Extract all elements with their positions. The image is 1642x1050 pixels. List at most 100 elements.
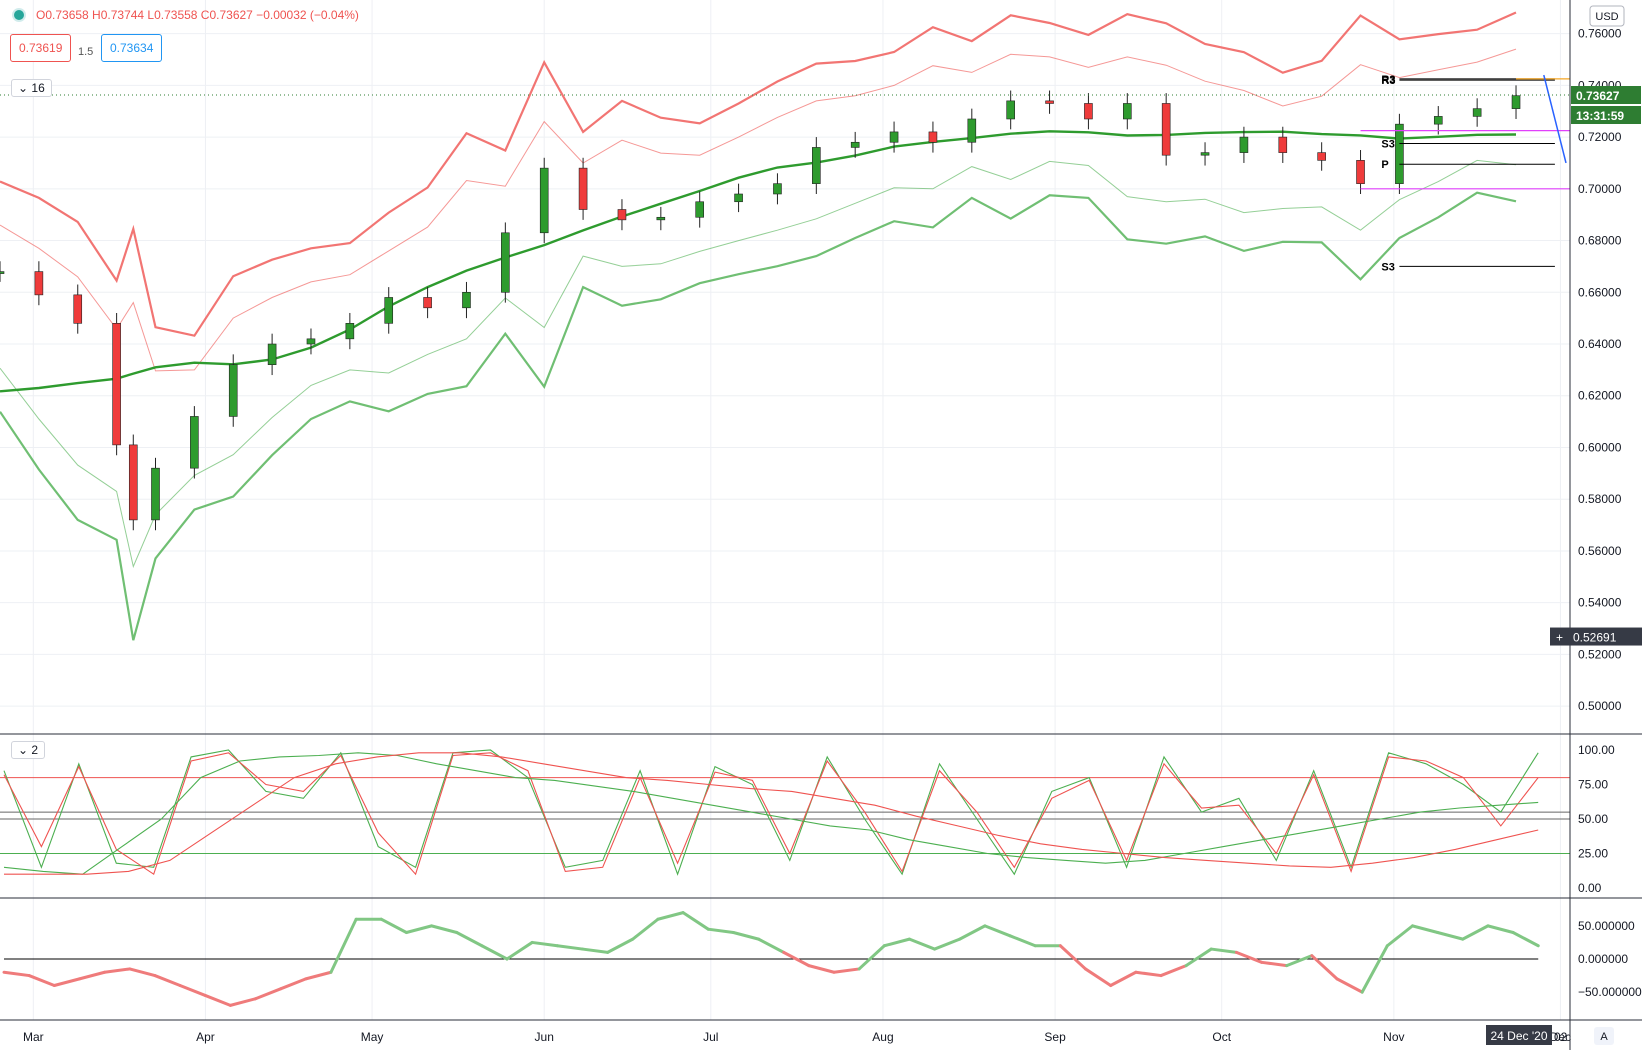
candle-body [306,338,316,345]
candle-body [539,167,549,234]
stochastic-pane [0,749,1570,876]
candle-body [773,183,782,195]
momentum-segment [1134,970,1163,978]
chart-canvas[interactable]: R3R3S3PS3 Mar Apr May Jun Jul Aug Sep Oct Nov Dec… [0,0,1642,1050]
momentum-segment [1234,950,1264,964]
time-axis-label: Jun [535,1030,554,1044]
bid-price: 0.73619 [19,41,63,55]
time-axis-label: Mar [23,1030,44,1044]
candle-body [501,232,510,293]
candle-body [384,297,394,324]
momentum-segment [1084,967,1113,987]
projection-line [1543,74,1567,164]
momentum-segment [1436,931,1465,941]
candle-body [0,271,5,274]
time-axis-label: Jul [703,1030,718,1044]
candle-body [151,467,160,521]
time-axis-label: Sep [1044,1030,1066,1044]
candle-body [73,294,83,324]
ask-box[interactable]: 0.73634 [101,34,163,62]
indicators-toggle-main[interactable]: ⌄ 16 [11,79,52,97]
moving-average-line [0,130,1517,393]
candle-body [928,131,938,143]
pivot-label: S3 [1381,261,1394,273]
price-tick-label: 0.66000 [1578,285,1622,299]
momentum-segment [103,967,132,974]
momentum-segment [1260,960,1289,968]
momentum-segment [1058,944,1088,971]
momentum-segment [606,937,635,954]
ohlc-legend: O0.73658 H0.73744 L0.73558 C0.73627 −0.0… [12,8,359,22]
currency-label: USD [1595,11,1618,23]
momentum-segment [1511,931,1540,948]
momentum-segment [2,970,31,978]
candle-body [1433,116,1443,125]
candle-body [423,297,432,309]
candle-body [1511,95,1521,109]
stoch-series-line [3,752,1539,875]
stoch-series-line [3,752,1539,876]
pivot-lines: R3R3S3PS3 [1360,74,1570,273]
momentum-segment [505,940,534,961]
time-axis-label: May [361,1030,384,1044]
momentum-segment [52,977,81,987]
bollinger-bands [0,11,1517,641]
time-axis-label: Nov [1383,1030,1404,1044]
candle-body [1200,152,1210,156]
price-tick-label: 0.64000 [1578,337,1622,351]
candle-body [850,141,860,148]
momentum-tick-label: 0.000000 [1578,952,1628,966]
upper-band-inner [0,48,1517,372]
crosshair-plus-icon: + [1556,631,1563,645]
momentum-segment [832,967,861,974]
candle-body [1045,100,1054,104]
momentum-segment [128,967,157,978]
spread-label: 1.5 [78,46,94,58]
stoch-tick-label: 25.00 [1578,847,1608,861]
pivot-label: P [1381,159,1388,171]
candle-body [34,271,44,296]
momentum-segment [153,974,182,987]
candle-body [462,291,471,309]
momentum-segment [731,931,761,941]
momentum-segment [1159,964,1188,978]
momentum-segment [430,924,459,934]
momentum-segment [656,911,685,921]
momentum-segment [958,924,987,941]
momentum-segment [178,984,207,997]
pivot-label: R3 [1381,75,1395,87]
momentum-pane [2,911,1540,1007]
momentum-segment [555,944,584,951]
stoch-series-line [4,752,1539,875]
candle-body [1317,152,1326,161]
lower-band-outer [0,191,1517,641]
time-axis-label: Oct [1212,1030,1231,1044]
price-tick-label: 0.62000 [1578,389,1622,403]
candle-body [695,201,705,218]
candle-body [1472,108,1482,117]
candle-body [812,147,821,184]
price-tick-label: 0.70000 [1578,182,1622,196]
stoch-tick-label: 75.00 [1578,778,1608,792]
candle-body [345,323,355,340]
momentum-segment [580,947,610,954]
time-axis-label: Aug [872,1030,893,1044]
stoch-tick-label: 50.00 [1578,812,1608,826]
momentum-segment [1360,944,1389,994]
momentum-segment [1285,954,1314,968]
candle-body [1084,103,1093,120]
momentum-segment [404,924,434,934]
candle-body [617,209,627,221]
symbol-status-icon [12,8,26,22]
momentum-segment [77,970,107,981]
candle-body [656,216,666,221]
momentum-segment [1486,924,1515,934]
bid-box[interactable]: 0.73619 [10,34,72,62]
candle-body [190,416,199,469]
momentum-segment [807,964,836,974]
momentum-segment [279,977,308,991]
momentum-segment [530,940,559,948]
ohlc-values: O0.73658 H0.73744 L0.73558 C0.73627 −0.0… [36,8,359,22]
indicators-toggle-pane[interactable]: ⌄ 2 [11,741,46,759]
momentum-segment [857,944,886,971]
